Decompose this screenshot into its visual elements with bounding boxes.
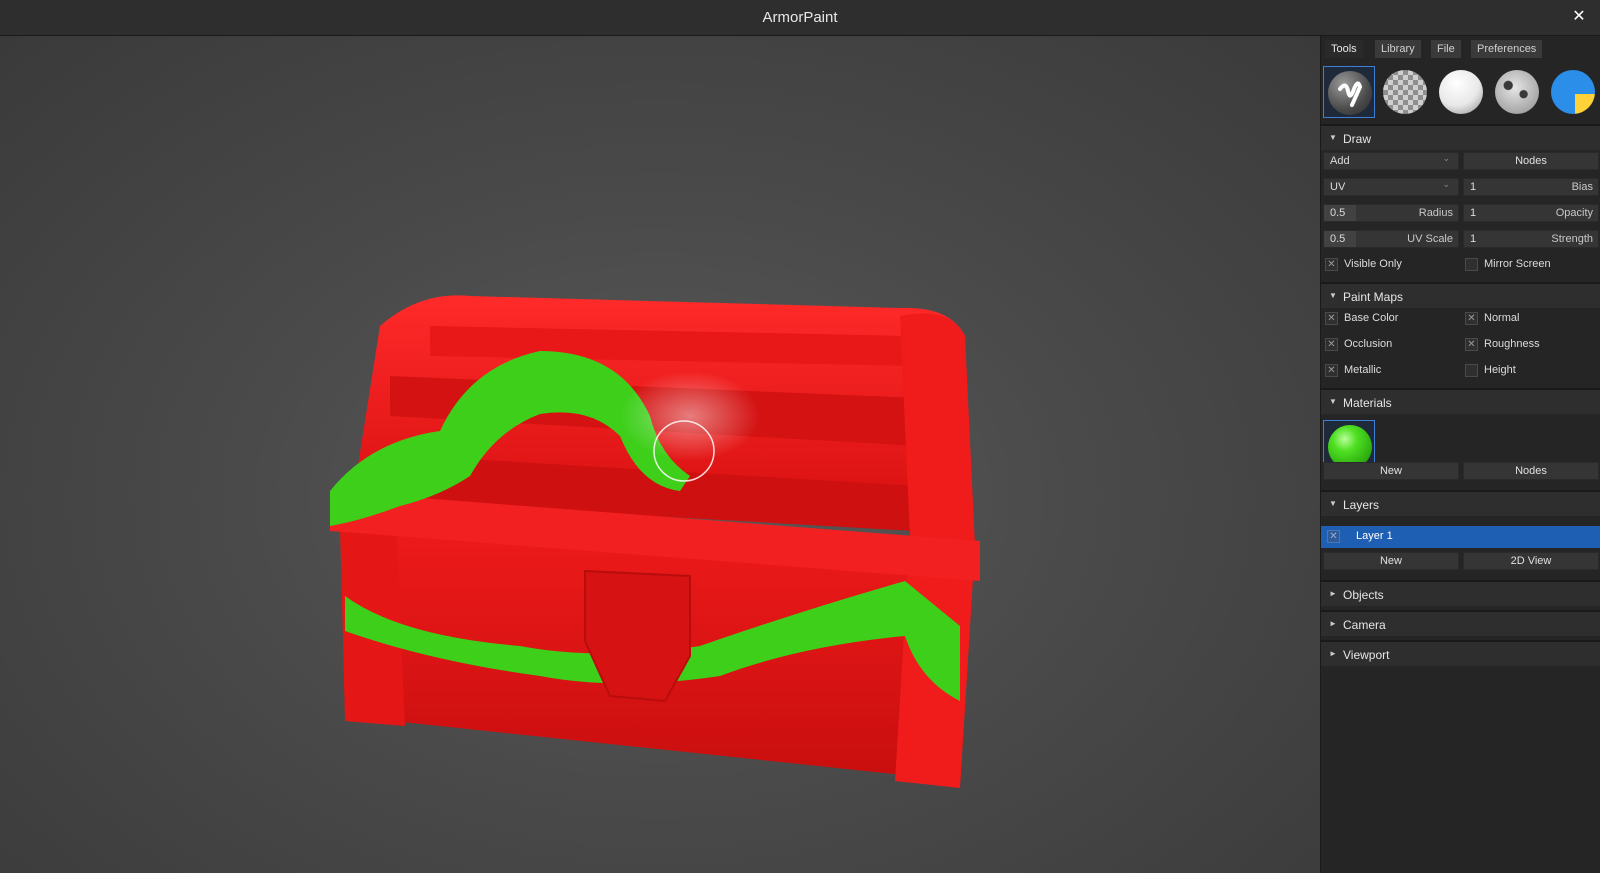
base-color-checkbox[interactable]: ✕ Base Color xyxy=(1323,310,1459,328)
mapping-dropdown[interactable]: UV ⌄ xyxy=(1323,178,1459,196)
decal-sphere-icon xyxy=(1495,70,1539,114)
tool-palette xyxy=(1321,66,1600,118)
right-panel: Tools Library File Preferences ▼ Draw Ad… xyxy=(1320,36,1600,873)
expand-down-icon: ▼ xyxy=(1329,499,1337,508)
radius-slider[interactable]: 0.5 Radius xyxy=(1323,204,1459,222)
expand-right-icon: ► xyxy=(1329,619,1337,628)
2d-view-button[interactable]: 2D View xyxy=(1463,552,1599,570)
dropdown-caret-icon: ⌄ xyxy=(1442,153,1450,163)
tab-preferences[interactable]: Preferences xyxy=(1471,40,1543,58)
material-nodes-button[interactable]: Nodes xyxy=(1463,462,1599,480)
layer-item[interactable]: ✕ Layer 1 xyxy=(1321,526,1600,548)
tab-tools[interactable]: Tools xyxy=(1325,40,1363,58)
opacity-slider[interactable]: 1 Opacity xyxy=(1463,204,1599,222)
expand-down-icon: ▼ xyxy=(1329,397,1337,406)
panel-tabs: Tools Library File Preferences xyxy=(1321,36,1600,60)
section-draw-label: Draw xyxy=(1343,132,1372,146)
brush-tool-button[interactable] xyxy=(1323,66,1375,118)
checkbox-checked-icon: ✕ xyxy=(1465,312,1478,325)
specular-highlight xyxy=(620,371,760,461)
section-materials[interactable]: ▼ Materials xyxy=(1321,388,1600,414)
checkbox-checked-icon: ✕ xyxy=(1325,338,1338,351)
fill-sphere-icon xyxy=(1439,70,1483,114)
checkbox-empty-icon xyxy=(1465,258,1478,271)
new-material-button[interactable]: New xyxy=(1323,462,1459,480)
checkbox-checked-icon: ✕ xyxy=(1325,364,1338,377)
section-camera[interactable]: ► Camera xyxy=(1321,610,1600,636)
roughness-checkbox[interactable]: ✕ Roughness xyxy=(1463,336,1599,354)
brush-stroke-icon xyxy=(1328,71,1372,115)
tab-file[interactable]: File xyxy=(1431,40,1461,58)
mirror-screen-checkbox[interactable]: Mirror Screen xyxy=(1463,256,1599,274)
occlusion-checkbox[interactable]: ✕ Occlusion xyxy=(1323,336,1459,354)
section-viewport[interactable]: ► Viewport xyxy=(1321,640,1600,666)
section-paint-maps[interactable]: ▼ Paint Maps xyxy=(1321,282,1600,308)
eraser-tool-button[interactable] xyxy=(1379,66,1431,118)
checkbox-empty-icon xyxy=(1465,364,1478,377)
expand-down-icon: ▼ xyxy=(1329,291,1337,300)
checker-sphere-icon xyxy=(1383,70,1427,114)
metallic-checkbox[interactable]: ✕ Metallic xyxy=(1323,362,1459,380)
3d-viewport[interactable] xyxy=(0,36,1320,873)
bias-slider[interactable]: 1 Bias xyxy=(1463,178,1599,196)
draw-nodes-button[interactable]: Nodes xyxy=(1463,152,1599,170)
layer-name: Layer 1 xyxy=(1356,530,1393,542)
blending-dropdown[interactable]: Add ⌄ xyxy=(1323,152,1459,170)
layer-visibility-checkbox[interactable]: ✕ xyxy=(1327,530,1340,543)
close-icon[interactable]: ✕ xyxy=(1570,8,1588,26)
expand-down-icon: ▼ xyxy=(1329,133,1337,142)
checkbox-checked-icon: ✕ xyxy=(1325,312,1338,325)
visible-only-checkbox[interactable]: ✕ Visible Only xyxy=(1323,256,1459,274)
strength-slider[interactable]: 1 Strength xyxy=(1463,230,1599,248)
dropdown-caret-icon: ⌄ xyxy=(1442,179,1450,189)
expand-right-icon: ► xyxy=(1329,649,1337,658)
decal-tool-button[interactable] xyxy=(1491,66,1543,118)
window-title: ArmorPaint xyxy=(762,9,838,26)
chest-model xyxy=(330,295,980,788)
fill-tool-button[interactable] xyxy=(1435,66,1487,118)
checkbox-checked-icon: ✕ xyxy=(1465,338,1478,351)
height-checkbox[interactable]: Height xyxy=(1463,362,1599,380)
normal-checkbox[interactable]: ✕ Normal xyxy=(1463,310,1599,328)
section-draw[interactable]: ▼ Draw xyxy=(1321,124,1600,150)
section-layers[interactable]: ▼ Layers xyxy=(1321,490,1600,516)
text-tool-button[interactable] xyxy=(1547,66,1599,118)
title-bar: ArmorPaint ✕ xyxy=(0,0,1600,36)
text-sphere-icon xyxy=(1551,70,1595,114)
uv-scale-slider[interactable]: 0.5 UV Scale xyxy=(1323,230,1459,248)
checkbox-checked-icon: ✕ xyxy=(1325,258,1338,271)
tab-library[interactable]: Library xyxy=(1375,40,1421,58)
section-objects[interactable]: ► Objects xyxy=(1321,580,1600,606)
new-layer-button[interactable]: New xyxy=(1323,552,1459,570)
expand-right-icon: ► xyxy=(1329,589,1337,598)
